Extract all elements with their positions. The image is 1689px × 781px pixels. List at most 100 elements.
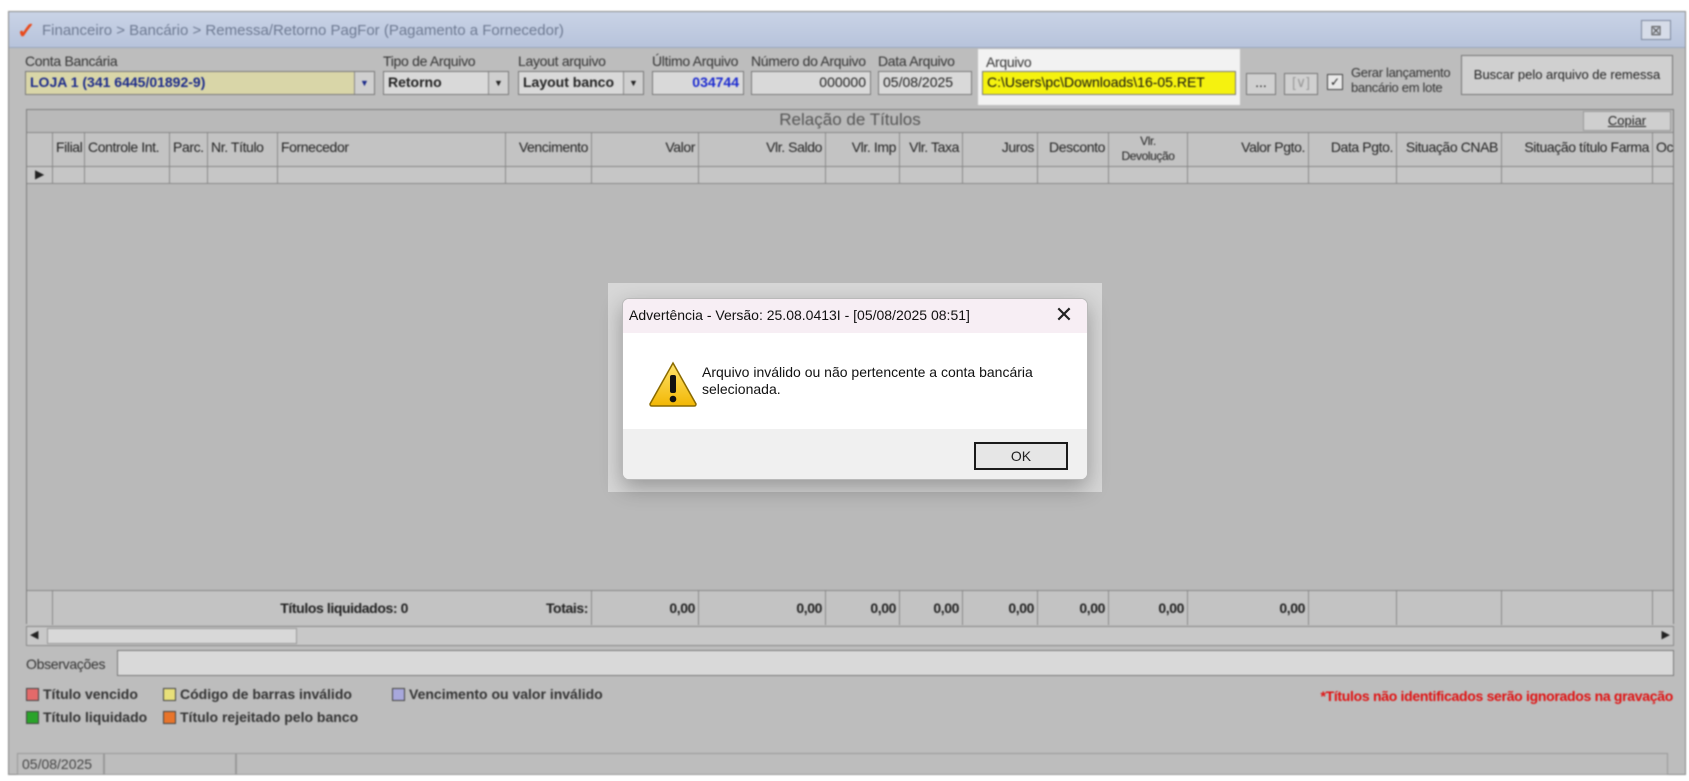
tipo-select[interactable]: Retorno ▼	[383, 71, 509, 95]
table-cell[interactable]	[900, 167, 963, 183]
column-header[interactable]: Vlr. Imp	[826, 133, 900, 166]
total-empty	[1397, 591, 1502, 625]
buscar-remessa-button[interactable]: Buscar pelo arquivo de remessa	[1461, 55, 1673, 95]
conta-select[interactable]: LOJA 1 (341 6445/01892-9) ▼	[25, 71, 375, 95]
close-icon[interactable]: ✕	[1051, 303, 1077, 329]
column-header[interactable]: Filial	[53, 133, 85, 166]
table-cell[interactable]	[592, 167, 699, 183]
column-header[interactable]: Situação título Farma	[1502, 133, 1653, 166]
warning-dialog: Advertência - Versão: 25.08.0413I - [05/…	[622, 298, 1088, 480]
data-label: Data Arquivo	[878, 53, 955, 69]
arquivo-label: Arquivo	[986, 54, 1032, 70]
table-row[interactable]: ▶	[27, 167, 1673, 184]
table-cell[interactable]	[1397, 167, 1502, 183]
table-cell[interactable]	[278, 167, 506, 183]
column-header[interactable]: Vencimento	[506, 133, 592, 166]
totals-indicator	[27, 591, 53, 625]
column-header[interactable]: Vlr. Taxa	[900, 133, 963, 166]
total-pgto: 0,00	[1188, 591, 1309, 625]
column-header[interactable]: Data Pgto.	[1309, 133, 1397, 166]
chevron-down-icon[interactable]: ▼	[488, 72, 508, 94]
swatch-vencimento-icon	[392, 687, 405, 701]
dialog-body: Arquivo inválido ou não pertencente a co…	[623, 333, 1087, 429]
total-devolucao: 0,00	[1109, 591, 1188, 625]
gerar-checkbox[interactable]: ✓	[1327, 74, 1343, 90]
chevron-down-icon[interactable]: ▼	[623, 72, 643, 94]
table-cell[interactable]	[1109, 167, 1188, 183]
legend-text: Título vencido	[43, 686, 138, 702]
swatch-rejeitado-icon	[163, 710, 176, 724]
table-cell[interactable]	[170, 167, 208, 183]
titulos-liquidados: Títulos liquidados: 0	[280, 600, 408, 616]
numero-field[interactable]: 000000	[751, 71, 871, 95]
legend-text: Código de barras inválido	[180, 686, 352, 702]
table-cell[interactable]	[963, 167, 1038, 183]
table-cell[interactable]	[85, 167, 170, 183]
window-close-button[interactable]: ⊠	[1641, 20, 1671, 40]
conta-value: LOJA 1 (341 6445/01892-9)	[30, 74, 206, 90]
scroll-right-icon[interactable]: ▶	[1662, 628, 1670, 641]
observacoes-label: Observações	[26, 656, 106, 672]
arquivo-field[interactable]: C:\Users\pc\Downloads\16-05.RET	[982, 71, 1236, 95]
chevron-down-icon[interactable]: ▼	[354, 72, 374, 94]
status-bar: 05/08/2025	[17, 753, 1677, 775]
total-imp: 0,00	[826, 591, 900, 625]
column-header[interactable]: Controle Int.	[85, 133, 170, 166]
scrollbar-thumb[interactable]	[47, 628, 297, 644]
table-cell[interactable]	[208, 167, 278, 183]
grid-totals-row: Títulos liquidados: 0 Totais: 0,00 0,00 …	[27, 590, 1673, 625]
table-cell[interactable]	[1502, 167, 1653, 183]
column-header[interactable]: Oc	[1653, 133, 1675, 166]
warning-icon	[649, 361, 697, 407]
layout-value: Layout banco	[523, 74, 615, 90]
column-header[interactable]: Desconto	[1038, 133, 1109, 166]
total-taxa: 0,00	[900, 591, 963, 625]
row-indicator-header	[27, 133, 53, 166]
browse-button[interactable]: ...	[1246, 73, 1276, 95]
table-cell[interactable]	[53, 167, 85, 183]
scroll-left-icon[interactable]: ◀	[30, 628, 38, 641]
observacoes-field[interactable]	[117, 650, 1674, 676]
column-header[interactable]: Situação CNAB	[1397, 133, 1502, 166]
table-cell[interactable]	[699, 167, 826, 183]
column-header[interactable]: Valor Pgto.	[1188, 133, 1309, 166]
column-header[interactable]: Valor	[592, 133, 699, 166]
horizontal-scrollbar[interactable]: ◀ ▶	[26, 626, 1674, 646]
legend-text: Título rejeitado pelo banco	[180, 709, 359, 725]
data-field[interactable]: 05/08/2025	[878, 71, 972, 95]
table-cell[interactable]	[1038, 167, 1109, 183]
column-header[interactable]: Vlr. Saldo	[699, 133, 826, 166]
table-cell[interactable]	[506, 167, 592, 183]
view-file-button[interactable]: [∨]	[1284, 73, 1318, 95]
column-header[interactable]: Parc.	[170, 133, 208, 166]
total-empty	[1502, 591, 1653, 625]
table-cell[interactable]	[1188, 167, 1309, 183]
arquivo-panel: Arquivo C:\Users\pc\Downloads\16-05.RET	[978, 49, 1240, 105]
ok-button[interactable]: OK	[974, 442, 1068, 470]
legend-vencimento: Vencimento ou valor inválido	[392, 686, 603, 702]
table-cell[interactable]	[826, 167, 900, 183]
status-cell	[236, 753, 1668, 775]
column-header[interactable]: Fornecedor	[278, 133, 506, 166]
legend-text: Título liquidado	[43, 709, 148, 725]
layout-select[interactable]: Layout banco ▼	[518, 71, 644, 95]
legend-rejeitado: Título rejeitado pelo banco	[163, 709, 358, 725]
status-cell	[104, 753, 236, 775]
column-header[interactable]: Vlr. Devolução	[1109, 133, 1188, 166]
layout-label: Layout arquivo	[518, 53, 606, 69]
gerar-label-line2: bancário em lote	[1351, 80, 1443, 95]
table-cell[interactable]	[1309, 167, 1397, 183]
tipo-value: Retorno	[388, 74, 442, 90]
ultimo-field: 034744	[652, 71, 744, 95]
column-header[interactable]: Nr. Título	[208, 133, 278, 166]
total-valor: 0,00	[592, 591, 699, 625]
legend-codigo: Código de barras inválido	[163, 686, 352, 702]
total-saldo: 0,00	[699, 591, 826, 625]
conta-label: Conta Bancária	[25, 53, 118, 69]
window-titlebar: ✓ Financeiro > Bancário > Remessa/Retorn…	[9, 12, 1685, 48]
column-header[interactable]: Juros	[963, 133, 1038, 166]
swatch-liquidado-icon	[26, 710, 39, 724]
legend-text: Vencimento ou valor inválido	[409, 686, 603, 702]
swatch-codigo-icon	[163, 687, 176, 701]
copy-button[interactable]: Copiar	[1583, 111, 1671, 131]
